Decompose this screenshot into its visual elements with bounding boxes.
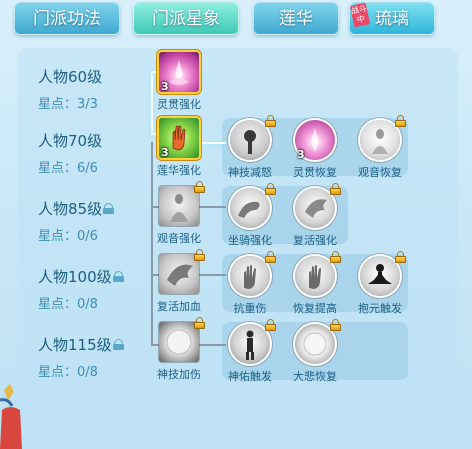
skill-node[interactable]: 神技加伤 bbox=[156, 317, 205, 382]
lock-icon bbox=[194, 317, 205, 329]
skill-node[interactable]: 复活加血 bbox=[156, 249, 205, 314]
lock-icon bbox=[265, 183, 276, 195]
level-stars: 星点：3/3 bbox=[38, 97, 98, 112]
level-title: 人物100级 bbox=[38, 266, 124, 287]
mount-icon bbox=[230, 183, 276, 228]
wing-hand-icon bbox=[159, 249, 205, 294]
lock-icon bbox=[265, 115, 276, 127]
skill-label: 复活加血 bbox=[157, 300, 201, 313]
skill-node[interactable]: 观音强化 bbox=[156, 181, 205, 246]
skill-node[interactable]: 恢复提高 bbox=[292, 251, 341, 316]
skill-label: 神技加伤 bbox=[157, 368, 201, 381]
lock-icon bbox=[395, 115, 406, 127]
skill-node[interactable]: 3 莲华强化 bbox=[156, 118, 202, 178]
skill-label: 坐骑强化 bbox=[228, 234, 272, 247]
lock-icon bbox=[265, 319, 276, 331]
level-85: 人物85级 星点：0/6 bbox=[38, 198, 115, 244]
level-100: 人物100级 星点：0/8 bbox=[38, 266, 124, 312]
skill-label: 恢复提高 bbox=[293, 302, 337, 315]
star-count: 3 bbox=[161, 146, 169, 159]
skill-node[interactable]: 坐骑强化 bbox=[227, 183, 276, 248]
wing-hand-icon bbox=[295, 183, 341, 228]
skill-node[interactable]: 3 灵贯恢复 bbox=[292, 120, 338, 180]
pearl-icon bbox=[159, 317, 205, 362]
skill-node[interactable]: 抱元触发 bbox=[357, 251, 406, 316]
skill-label: 神技减怒 bbox=[228, 166, 272, 179]
level-title-text: 人物85级 bbox=[38, 200, 103, 218]
lock-icon bbox=[112, 271, 124, 282]
level-70: 人物70级 星点：6/6 bbox=[38, 130, 102, 176]
lock-icon bbox=[194, 249, 205, 261]
connector-r5-branch bbox=[198, 344, 226, 346]
level-stars: 星点：0/6 bbox=[38, 229, 98, 244]
skill-label: 灵贯恢复 bbox=[293, 166, 337, 179]
skill-node[interactable]: 神佑触发 bbox=[227, 319, 276, 384]
palm-icon bbox=[295, 251, 341, 296]
tab-bar: 门派功法 门派星象 莲华 琉璃 战斗中 bbox=[0, 0, 472, 40]
skill-node[interactable]: 大悲恢复 bbox=[292, 319, 341, 384]
guanyin-icon bbox=[159, 181, 205, 226]
skill-label: 神佑触发 bbox=[228, 370, 272, 383]
connector-vertical bbox=[151, 142, 153, 346]
level-115: 人物115级 星点：0/8 bbox=[38, 334, 124, 380]
pearl-icon bbox=[295, 319, 341, 364]
lock-icon bbox=[103, 203, 115, 214]
level-title: 人物60级 bbox=[38, 68, 103, 86]
level-title-text: 人物100级 bbox=[38, 268, 112, 286]
guanyin-icon bbox=[360, 115, 406, 160]
connector-r4-branch bbox=[198, 274, 226, 276]
skill-label: 莲华强化 bbox=[157, 164, 201, 177]
skill-node[interactable]: 3 灵贯强化 bbox=[156, 52, 202, 112]
tab-sect-stars[interactable]: 门派星象 bbox=[133, 2, 239, 35]
skill-label: 大悲恢复 bbox=[293, 370, 337, 383]
gourd-icon bbox=[230, 115, 276, 160]
tab-sect-skills[interactable]: 门派功法 bbox=[14, 2, 120, 35]
skill-label: 观音强化 bbox=[157, 232, 201, 245]
star-count: 3 bbox=[297, 148, 305, 161]
meditate-icon bbox=[360, 251, 406, 296]
level-title-text: 人物115级 bbox=[38, 336, 112, 354]
skill-label: 复活强化 bbox=[293, 234, 337, 247]
level-stars: 星点：0/8 bbox=[38, 297, 98, 312]
lock-icon bbox=[112, 339, 124, 350]
lotus-pink-icon: 3 bbox=[159, 52, 199, 93]
level-60: 人物60级 星点：3/3 bbox=[38, 66, 102, 112]
connector-vertical-active bbox=[151, 71, 153, 135]
character-art bbox=[0, 380, 30, 449]
level-title: 人物85级 bbox=[38, 198, 115, 219]
green-hand-icon: 3 bbox=[159, 118, 199, 159]
skill-label: 灵贯强化 bbox=[157, 98, 201, 111]
skill-label: 观音恢复 bbox=[358, 166, 402, 179]
figure-icon bbox=[230, 319, 276, 364]
skill-label: 抗重伤 bbox=[233, 302, 267, 315]
connector-r3-branch bbox=[198, 206, 226, 208]
lock-icon bbox=[265, 251, 276, 263]
lotus-pink-icon: 3 bbox=[295, 120, 335, 161]
lock-icon bbox=[330, 319, 341, 331]
skill-node[interactable]: 观音恢复 bbox=[357, 115, 406, 180]
skill-node[interactable]: 神技减怒 bbox=[227, 115, 276, 180]
level-title: 人物70级 bbox=[38, 132, 103, 150]
lock-icon bbox=[330, 251, 341, 263]
connector-r2-branch-active bbox=[198, 142, 226, 144]
palm-icon bbox=[230, 251, 276, 296]
lock-icon bbox=[330, 183, 341, 195]
skill-node[interactable]: 抗重伤 bbox=[227, 251, 276, 316]
level-stars: 星点：6/6 bbox=[38, 161, 98, 176]
skill-node[interactable]: 复活强化 bbox=[292, 183, 341, 248]
level-title: 人物115级 bbox=[38, 334, 124, 355]
level-stars: 星点：0/8 bbox=[38, 365, 98, 380]
lock-icon bbox=[194, 181, 205, 193]
skill-label: 抱元触发 bbox=[358, 302, 402, 315]
tab-lianhua[interactable]: 莲华 bbox=[253, 2, 339, 35]
star-count: 3 bbox=[161, 80, 169, 93]
lock-icon bbox=[395, 251, 406, 263]
